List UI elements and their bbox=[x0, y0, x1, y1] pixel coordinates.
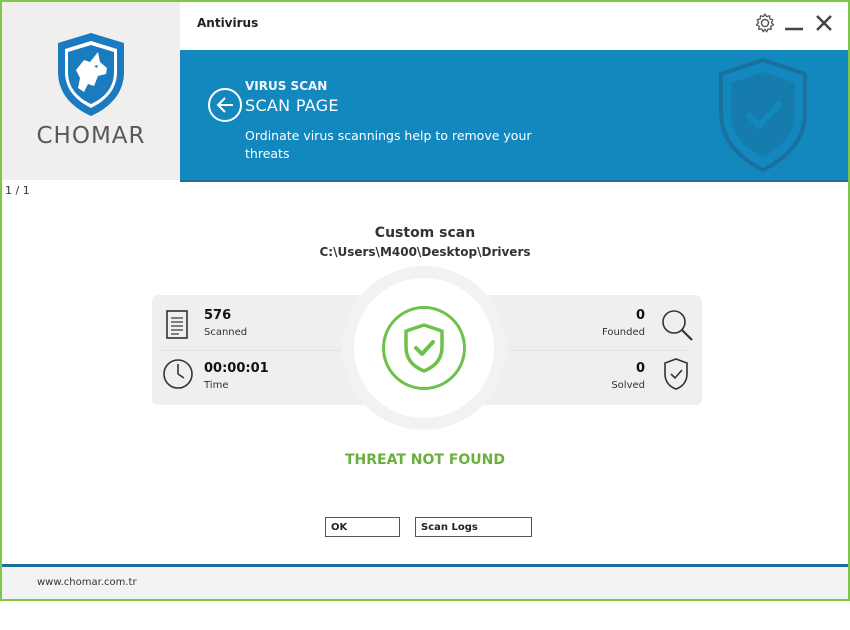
shield-check-icon bbox=[664, 358, 688, 390]
dog-shield-icon bbox=[58, 33, 124, 116]
elapsed-time: 00:00:01 bbox=[204, 361, 269, 376]
gear-icon[interactable] bbox=[754, 12, 776, 34]
close-icon[interactable] bbox=[813, 12, 835, 34]
magnifier-icon bbox=[662, 310, 693, 341]
header-banner: VIRUS SCAN SCAN PAGE Ordinate virus scan… bbox=[180, 50, 848, 180]
title-bar: Antivirus bbox=[180, 2, 848, 50]
page-counter: 1 / 1 bbox=[5, 184, 30, 197]
founded-label: Founded bbox=[601, 327, 645, 338]
background-shield-icon bbox=[719, 57, 807, 173]
scan-result-status: THREAT NOT FOUND bbox=[345, 452, 505, 468]
brand-logo-text: CHOMAR bbox=[36, 123, 146, 149]
time-label: Time bbox=[204, 380, 229, 391]
founded-count: 0 bbox=[635, 308, 645, 323]
solved-count: 0 bbox=[635, 361, 645, 376]
app-title: Antivirus bbox=[197, 16, 259, 30]
ok-button[interactable]: OK bbox=[325, 517, 400, 537]
status-circle bbox=[382, 306, 466, 390]
page-description: Ordinate virus scannings help to remove … bbox=[245, 128, 532, 161]
stats-divider-right bbox=[510, 350, 690, 351]
logo-panel: CHOMAR bbox=[2, 2, 180, 180]
back-button[interactable] bbox=[208, 88, 242, 122]
scan-path: C:\Users\M400\Desktop\Drivers bbox=[319, 245, 531, 259]
website-link[interactable]: www.chomar.com.tr bbox=[37, 577, 137, 588]
scanned-count: 576 bbox=[204, 308, 232, 323]
shield-check-icon bbox=[404, 323, 444, 373]
minimize-icon[interactable] bbox=[783, 12, 805, 34]
document-icon bbox=[166, 310, 188, 339]
clock-icon bbox=[163, 359, 193, 389]
back-arrow-icon bbox=[216, 97, 233, 113]
scan-logs-button[interactable]: Scan Logs bbox=[415, 517, 532, 537]
breadcrumb: VIRUS SCAN bbox=[245, 79, 328, 93]
page-title: SCAN PAGE bbox=[245, 96, 339, 115]
solved-label: Solved bbox=[611, 380, 645, 391]
stats-divider-left bbox=[160, 350, 340, 351]
header-divider bbox=[180, 180, 848, 182]
footer: www.chomar.com.tr bbox=[2, 567, 848, 599]
app-window: CHOMAR Antivirus VIRUS SCAN SCAN PAGE Or… bbox=[0, 0, 850, 601]
scanned-label: Scanned bbox=[204, 327, 248, 338]
status-ring bbox=[342, 266, 506, 430]
scan-type-title: Custom scan bbox=[374, 225, 476, 241]
